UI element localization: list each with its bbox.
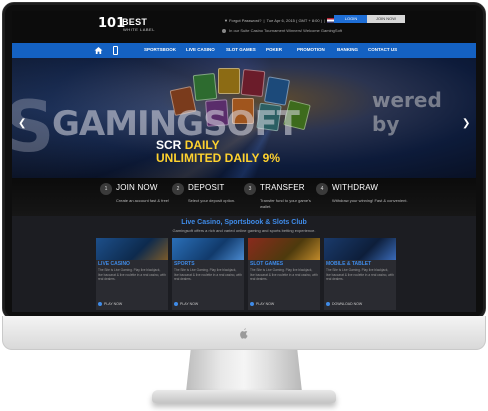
- club-section: Live Casino, Sportsbook & Slots Club Gam…: [12, 216, 476, 312]
- watermark-text-right: wered by: [372, 88, 442, 136]
- club-title: Live Casino, Sportsbook & Slots Club: [181, 219, 307, 226]
- speaker-icon: [222, 28, 226, 33]
- card-image: [96, 238, 168, 260]
- card-text: The Site is Live Gaming. Play live black…: [326, 268, 394, 281]
- divider: |: [324, 17, 326, 23]
- datetime-text: Tue Apr 6, 2015 ( GMT + 8:00 ): [266, 17, 323, 23]
- nav-item-live-casino[interactable]: LIVE CASINO: [186, 47, 215, 52]
- nav-item-poker[interactable]: POKER: [266, 47, 282, 52]
- slot-tile: [263, 76, 291, 106]
- play-icon: [250, 302, 254, 306]
- step-title: JOIN NOW: [116, 183, 158, 192]
- card-sports[interactable]: SPORTS The Site is Live Gaming. Play liv…: [172, 238, 244, 310]
- step-desc: Withdraw your winning! Fast & convenient…: [332, 198, 408, 203]
- login-button[interactable]: LOGIN: [334, 15, 368, 23]
- step-withdraw[interactable]: 4 WITHDRAW Withdraw your winning! Fast &…: [316, 181, 416, 213]
- nav-item-sportsbook[interactable]: SPORTSBOOK: [144, 47, 176, 52]
- step-title: DEPOSIT: [188, 183, 225, 192]
- card-label: SLOT GAMES: [250, 261, 284, 267]
- card-label: MOBILE & TABLET: [326, 261, 372, 267]
- nav-item-contact-us[interactable]: CONTACT US: [368, 47, 397, 52]
- promo-line-2: UNLIMITED DAILY 9%: [156, 151, 281, 165]
- card-text: The Site is Live Gaming. Play live black…: [98, 268, 166, 281]
- step-number: 4: [316, 183, 328, 195]
- chevron-right-icon[interactable]: ❯: [462, 118, 470, 129]
- card-slot-games[interactable]: SLOT GAMES The Site is Live Gaming. Play…: [248, 238, 320, 310]
- apple-logo-icon: [240, 328, 248, 339]
- main-nav: SPORTSBOOK LIVE CASINO SLOT GAMES POKER …: [12, 43, 476, 58]
- play-label: PLAY NOW: [104, 302, 123, 306]
- step-title: WITHDRAW: [332, 183, 379, 192]
- step-number: 3: [244, 183, 256, 195]
- promo-prefix: SCR: [156, 138, 182, 152]
- card-image: [172, 238, 244, 260]
- card-text: The Site is Live Gaming. Play live black…: [250, 268, 318, 281]
- slot-tile: [192, 72, 218, 102]
- card-mobile-tablet[interactable]: MOBILE & TABLET The Site is Live Gaming.…: [324, 238, 396, 310]
- home-icon[interactable]: [94, 46, 103, 55]
- card-label: LIVE CASINO: [98, 261, 130, 267]
- play-icon: [98, 302, 102, 306]
- step-desc: Transfer fund to your game's wallet.: [260, 198, 311, 209]
- slot-tile: [218, 68, 240, 94]
- step-number: 1: [100, 183, 112, 195]
- screen: 101 BEST WHITE LABEL ▼ Forgot Password? …: [12, 11, 476, 312]
- divider: |: [263, 17, 265, 23]
- promo-line-1: SCR DAILY: [156, 138, 220, 152]
- forgot-password-link[interactable]: ▼ Forgot Password?: [224, 18, 262, 23]
- logo-subtitle: WHITE LABEL: [123, 27, 155, 32]
- logo-best: BEST: [122, 17, 148, 27]
- card-text: The Site is Live Gaming. Play live black…: [174, 268, 242, 281]
- mobile-icon[interactable]: [113, 46, 118, 55]
- step-title: TRANSFER: [260, 183, 305, 192]
- steps-bar: 1 JOIN NOW Create an account fast & free…: [12, 178, 476, 216]
- news-ticker: In our Suite Casino Tournament Winners! …: [222, 28, 342, 33]
- play-label: DOWNLOAD NOW: [332, 302, 363, 306]
- play-now-link[interactable]: PLAY NOW: [98, 302, 122, 306]
- monitor-stand-base: [152, 390, 336, 403]
- chevron-left-icon[interactable]: ❮: [18, 118, 26, 129]
- card-label: SPORTS: [174, 261, 195, 267]
- club-subtitle: Gamingsoft offers a rich and varied onli…: [172, 228, 316, 233]
- play-label: PLAY NOW: [180, 302, 199, 306]
- monitor: 101 BEST WHITE LABEL ▼ Forgot Password? …: [0, 0, 488, 411]
- nav-item-slot-games[interactable]: SLOT GAMES: [226, 47, 256, 52]
- step-number: 2: [172, 183, 184, 195]
- hero-banner[interactable]: S GAMINGSOFT wered by SCR DAILY UNLIMITE…: [12, 58, 476, 178]
- nav-item-promotion[interactable]: PROMOTION: [297, 47, 325, 52]
- ticker-text: In our Suite Casino Tournament Winners! …: [229, 28, 343, 33]
- download-icon: [326, 302, 330, 306]
- join-now-button[interactable]: JOIN NOW: [367, 15, 405, 23]
- download-now-link[interactable]: DOWNLOAD NOW: [326, 302, 362, 306]
- card-image: [324, 238, 396, 260]
- header-info: ▼ Forgot Password? | Tue Apr 6, 2015 ( G…: [224, 16, 339, 24]
- top-header: 101 BEST WHITE LABEL ▼ Forgot Password? …: [12, 11, 476, 43]
- nav-item-banking[interactable]: BANKING: [337, 47, 358, 52]
- play-label: PLAY NOW: [256, 302, 275, 306]
- card-live-casino[interactable]: LIVE CASINO The Site is Live Gaming. Pla…: [96, 238, 168, 310]
- card-image: [248, 238, 320, 260]
- promo-suffix: DAILY: [184, 138, 220, 152]
- slot-tile: [240, 68, 266, 98]
- play-icon: [174, 302, 178, 306]
- monitor-stand-neck: [186, 350, 302, 392]
- site-logo[interactable]: 101 BEST WHITE LABEL: [98, 16, 168, 38]
- play-now-link[interactable]: PLAY NOW: [250, 302, 274, 306]
- play-now-link[interactable]: PLAY NOW: [174, 302, 198, 306]
